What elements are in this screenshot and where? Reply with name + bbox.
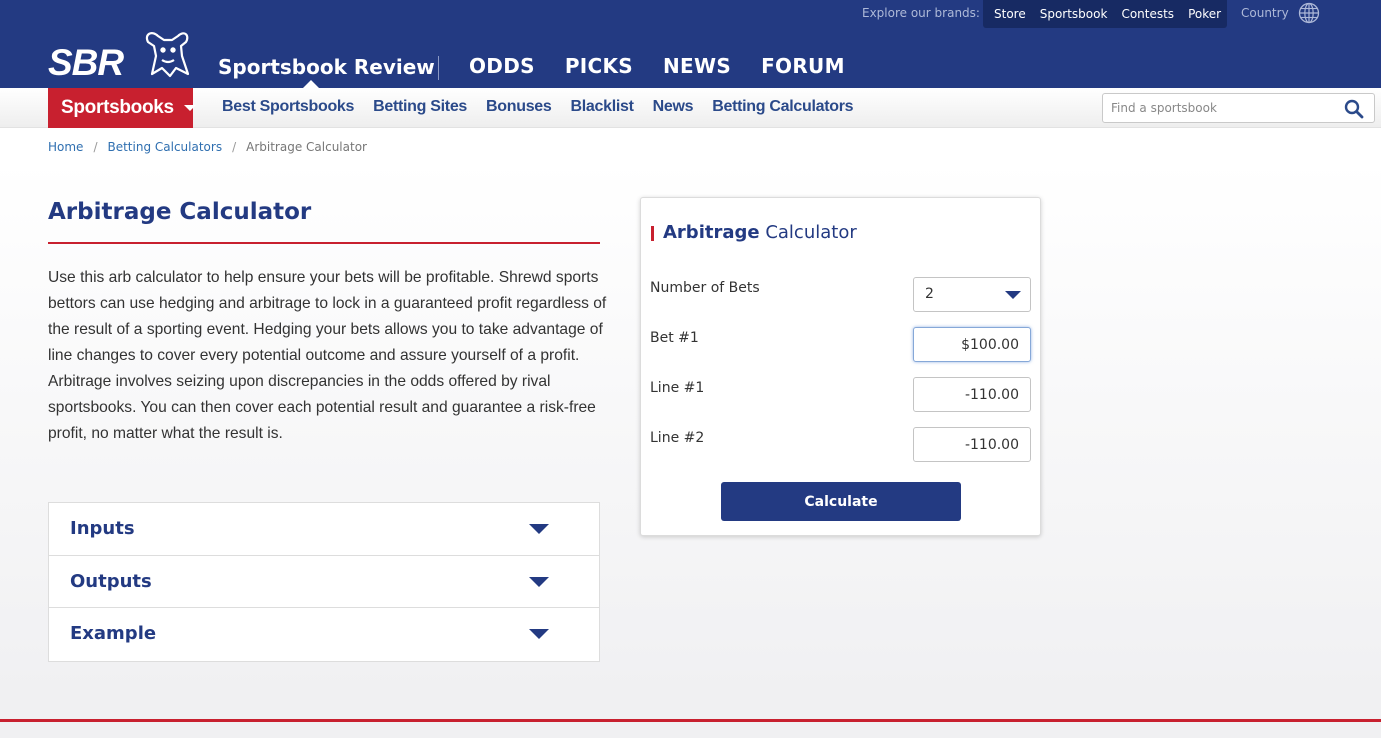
title-divider (48, 242, 600, 244)
line1-label: Line #1 (650, 380, 705, 396)
main-nav: ODDS PICKS NEWS FORUM (469, 54, 845, 78)
brand-link-poker[interactable]: Poker (1188, 7, 1221, 21)
svg-text:SBR: SBR (48, 42, 124, 80)
globe-icon[interactable] (1298, 2, 1320, 24)
nav-divider (438, 56, 439, 80)
subnav-betting-calculators[interactable]: Betting Calculators (712, 98, 853, 116)
number-of-bets-select[interactable]: 2 (913, 277, 1031, 312)
sbr-logo[interactable]: SBR (48, 30, 190, 80)
page-title: Arbitrage Calculator (48, 199, 312, 225)
subnav-bonuses[interactable]: Bonuses (486, 98, 552, 116)
nav-forum[interactable]: FORUM (761, 54, 845, 78)
search-icon[interactable] (1344, 99, 1364, 119)
accordion-label: Example (70, 623, 157, 644)
calculator-title: Arbitrage Calculator (663, 222, 857, 243)
breadcrumb-betting-calculators[interactable]: Betting Calculators (107, 140, 222, 154)
brands-menu: Store Sportsbook Contests Poker (983, 0, 1227, 28)
line2-label: Line #2 (650, 430, 705, 446)
intro-paragraph: Use this arb calculator to help ensure y… (48, 269, 607, 442)
caret-down-icon (183, 105, 196, 111)
bull-icon (145, 32, 190, 78)
brand-link-contests[interactable]: Contests (1121, 7, 1174, 21)
country-selector[interactable]: Country (1241, 6, 1289, 20)
bet1-label: Bet #1 (650, 330, 699, 346)
brand-link-sportsbook[interactable]: Sportsbook (1040, 7, 1108, 21)
accordion-inputs[interactable]: Inputs (49, 503, 599, 556)
chevron-down-icon (529, 576, 549, 587)
subnav-news[interactable]: News (653, 98, 694, 116)
accordion-label: Inputs (70, 518, 135, 539)
nav-picks[interactable]: PICKS (565, 54, 633, 78)
line1-input[interactable] (913, 377, 1031, 412)
bet1-input[interactable] (913, 327, 1031, 362)
brands-label: Explore our brands: (862, 6, 980, 20)
calculator-title-bold: Arbitrage (663, 222, 760, 243)
active-nav-pointer (303, 80, 319, 88)
sportsbooks-dropdown-button[interactable]: Sportsbooks (48, 88, 196, 128)
brand-link-store[interactable]: Store (994, 7, 1026, 21)
calculator-title-light: Calculator (765, 222, 857, 243)
chevron-down-icon (1005, 291, 1021, 299)
chevron-down-icon (529, 629, 549, 639)
chevron-down-icon (529, 524, 549, 534)
subnav-best-sportsbooks[interactable]: Best Sportsbooks (222, 98, 354, 116)
calculate-button[interactable]: Calculate (721, 482, 961, 521)
breadcrumb-current: Arbitrage Calculator (246, 140, 367, 154)
breadcrumb-separator: / (93, 140, 98, 154)
search-input[interactable] (1103, 94, 1338, 122)
nav-news[interactable]: NEWS (663, 54, 731, 78)
accordion-outputs[interactable]: Outputs (49, 556, 599, 608)
breadcrumb-home[interactable]: Home (48, 140, 83, 154)
arbitrage-calculator-card: Arbitrage Calculator Number of Bets 2 Be… (640, 197, 1041, 536)
title-accent-bar (651, 226, 654, 241)
subnav-blacklist[interactable]: Blacklist (571, 98, 634, 116)
accordion-label: Outputs (70, 570, 152, 592)
accordion-example[interactable]: Example (49, 608, 599, 661)
top-header: Explore our brands: Store Sportsbook Con… (0, 0, 1381, 88)
sportsbooks-label: Sportsbooks (61, 97, 174, 118)
breadcrumb: Home / Betting Calculators / Arbitrage C… (48, 140, 367, 154)
breadcrumb-separator: / (232, 140, 237, 154)
line2-input[interactable] (913, 427, 1031, 462)
nav-odds[interactable]: ODDS (469, 54, 535, 78)
site-title[interactable]: Sportsbook Review (218, 55, 435, 79)
sub-nav-links: Best Sportsbooks Betting Sites Bonuses B… (222, 98, 854, 116)
info-accordion: Inputs Outputs Example (48, 502, 600, 662)
number-of-bets-value: 2 (925, 286, 934, 302)
sub-nav: Sportsbooks Best Sportsbooks Betting Sit… (0, 88, 1381, 128)
subnav-betting-sites[interactable]: Betting Sites (373, 98, 467, 116)
footer-divider (0, 719, 1381, 722)
number-of-bets-label: Number of Bets (650, 280, 760, 296)
sportsbook-search (1102, 93, 1375, 123)
